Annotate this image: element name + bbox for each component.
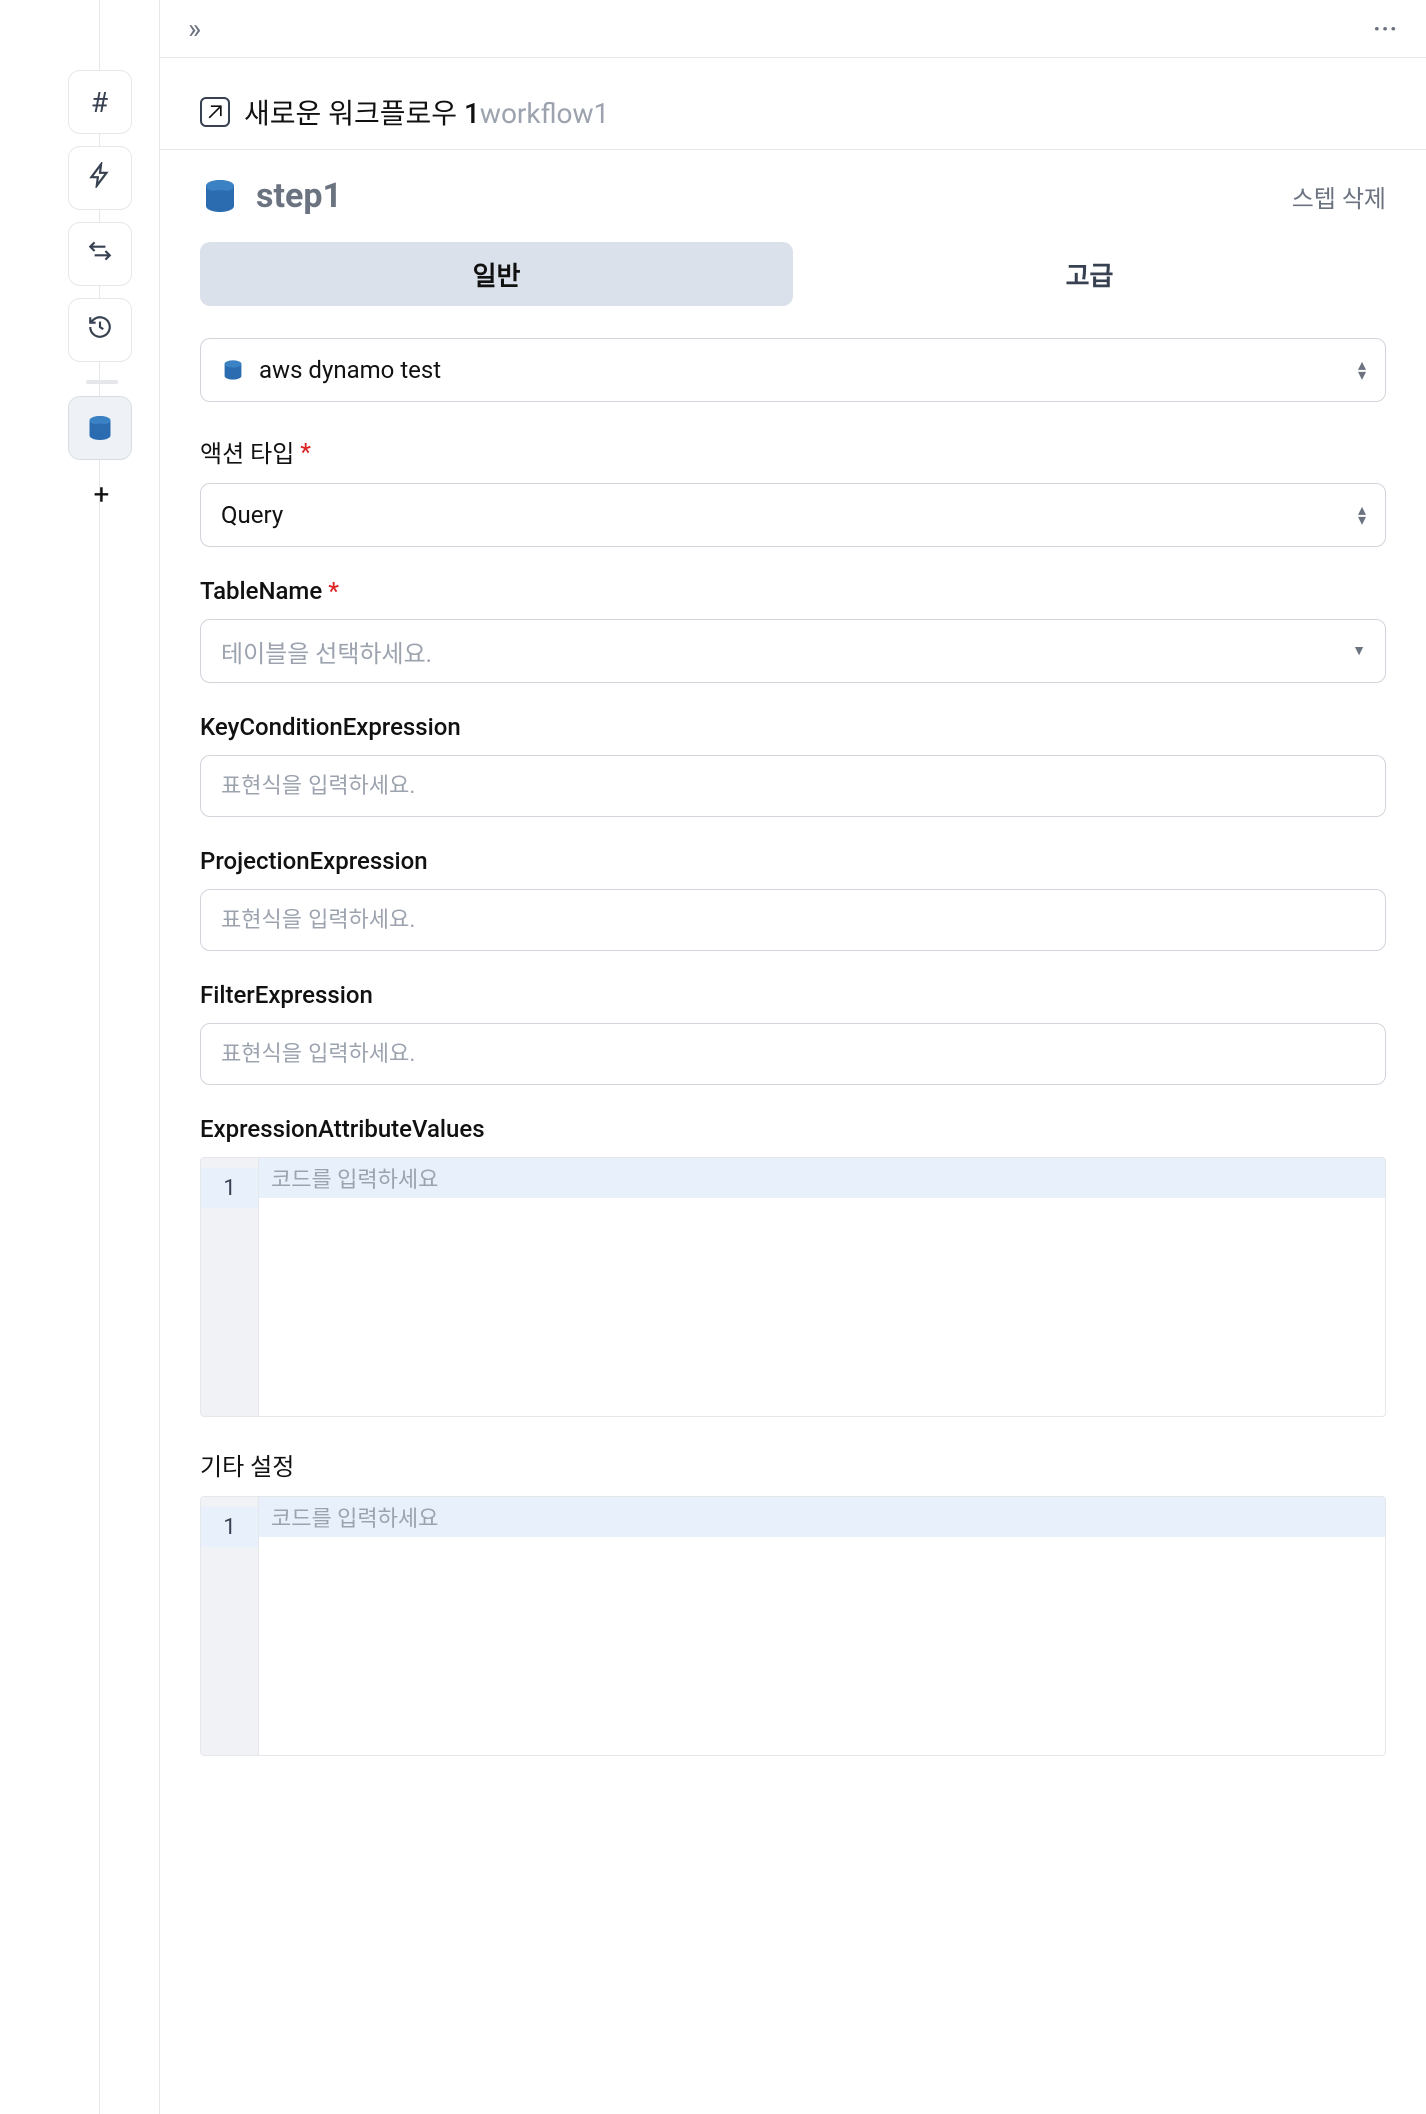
workflow-title: 새로운 워크플로우 1 xyxy=(244,97,480,130)
plus-icon: + xyxy=(94,478,110,511)
code-placeholder: 코드를 입력하세요 xyxy=(259,1497,1385,1537)
breadcrumb: 새로운 워크플로우 1workflow1 xyxy=(160,58,1426,150)
keycondition-input[interactable] xyxy=(200,755,1386,817)
tablename-label: TableName* xyxy=(200,577,1386,605)
sidebar-nav-bolt[interactable] xyxy=(68,146,132,210)
workflow-id: workflow1 xyxy=(480,97,609,130)
add-step-button[interactable]: + xyxy=(84,476,120,512)
code-placeholder: 코드를 입력하세요 xyxy=(259,1158,1385,1198)
filter-label: FilterExpression xyxy=(200,981,1386,1009)
sidebar-nav-history[interactable] xyxy=(68,298,132,362)
hash-icon: # xyxy=(91,86,108,119)
datasource-value: aws dynamo test xyxy=(259,356,441,384)
tablename-select[interactable]: 테이블을 선택하세요. xyxy=(200,619,1386,683)
dynamodb-icon xyxy=(85,413,115,443)
other-settings-editor[interactable]: 1 코드를 입력하세요 xyxy=(200,1496,1386,1756)
other-settings-label: 기타 설정 xyxy=(200,1447,1386,1482)
action-type-select[interactable]: Query xyxy=(200,483,1386,547)
more-icon[interactable]: ··· xyxy=(1373,15,1398,43)
keycondition-label: KeyConditionExpression xyxy=(200,713,1386,741)
tabs: 일반 고급 xyxy=(200,242,1386,306)
delete-step-button[interactable]: 스텝 삭제 xyxy=(1292,179,1386,214)
topbar: » ··· xyxy=(160,0,1426,58)
history-icon xyxy=(87,314,113,347)
sidebar-separator xyxy=(86,380,118,384)
projection-input[interactable] xyxy=(200,889,1386,951)
expand-icon[interactable]: » xyxy=(188,12,195,45)
projection-label: ProjectionExpression xyxy=(200,847,1386,875)
datasource-select[interactable]: aws dynamo test xyxy=(200,338,1386,402)
action-type-value: Query xyxy=(221,501,283,529)
tablename-placeholder: 테이블을 선택하세요. xyxy=(221,634,432,669)
code-gutter: 1 xyxy=(201,1497,259,1755)
dynamodb-icon xyxy=(200,176,240,216)
action-type-label: 액션 타입* xyxy=(200,434,1386,469)
swap-icon xyxy=(87,238,113,271)
step-sidebar: # + xyxy=(100,0,160,2114)
exprattrvalues-editor[interactable]: 1 코드를 입력하세요 xyxy=(200,1157,1386,1417)
chevron-sort-icon: ▴▾ xyxy=(1358,505,1366,525)
step-title[interactable]: step1 xyxy=(256,176,342,216)
tab-general[interactable]: 일반 xyxy=(200,242,793,306)
sidebar-step-dynamo[interactable] xyxy=(68,396,132,460)
code-gutter: 1 xyxy=(201,1158,259,1416)
sidebar-nav-swap[interactable] xyxy=(68,222,132,286)
exprattrvalues-label: ExpressionAttributeValues xyxy=(200,1115,1386,1143)
workflow-icon xyxy=(200,97,230,127)
filter-input[interactable] xyxy=(200,1023,1386,1085)
tab-advanced[interactable]: 고급 xyxy=(793,242,1386,306)
chevron-sort-icon: ▴▾ xyxy=(1358,360,1366,380)
bolt-icon xyxy=(87,162,113,195)
dynamodb-icon xyxy=(221,358,245,382)
chevron-down-icon: ▼ xyxy=(1352,646,1366,656)
sidebar-nav-hash[interactable]: # xyxy=(68,70,132,134)
